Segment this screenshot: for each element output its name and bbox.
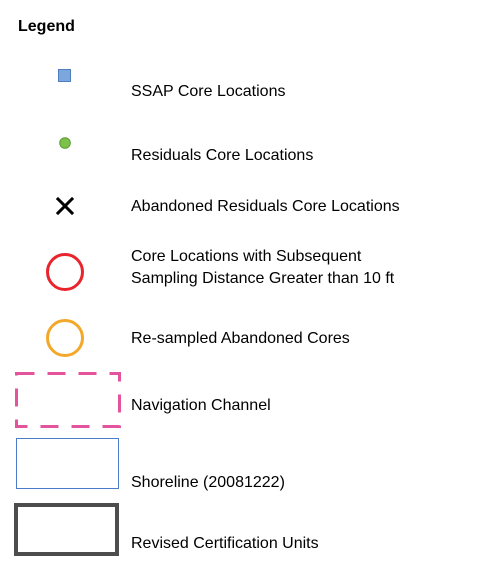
legend-label-revised-certification-units: Revised Certification Units <box>131 535 319 552</box>
black-x-icon <box>56 197 74 215</box>
legend-label-ssap-core-locations: SSAP Core Locations <box>131 83 286 100</box>
blue-square-icon <box>58 69 71 82</box>
pink-dashed-rectangle-icon <box>15 372 121 428</box>
orange-circle-icon <box>45 318 85 358</box>
legend-label-re-sampled-abandoned-cores: Re-sampled Abandoned Cores <box>131 330 350 347</box>
legend-label-residuals-core-locations: Residuals Core Locations <box>131 147 314 164</box>
legend-label-core-locations-subsequent-sampling: Core Locations with Subsequent Sampling … <box>131 248 395 287</box>
green-dot-icon <box>59 137 71 149</box>
blue-outline-rectangle-icon <box>16 438 119 489</box>
legend-title: Legend <box>18 18 75 35</box>
gray-outline-rectangle-icon <box>14 503 119 556</box>
legend-label-shoreline: Shoreline (20081222) <box>131 474 285 491</box>
legend-label-navigation-channel: Navigation Channel <box>131 397 271 414</box>
legend-label-abandoned-residuals-core-locations: Abandoned Residuals Core Locations <box>131 198 400 215</box>
red-circle-icon <box>45 252 85 292</box>
